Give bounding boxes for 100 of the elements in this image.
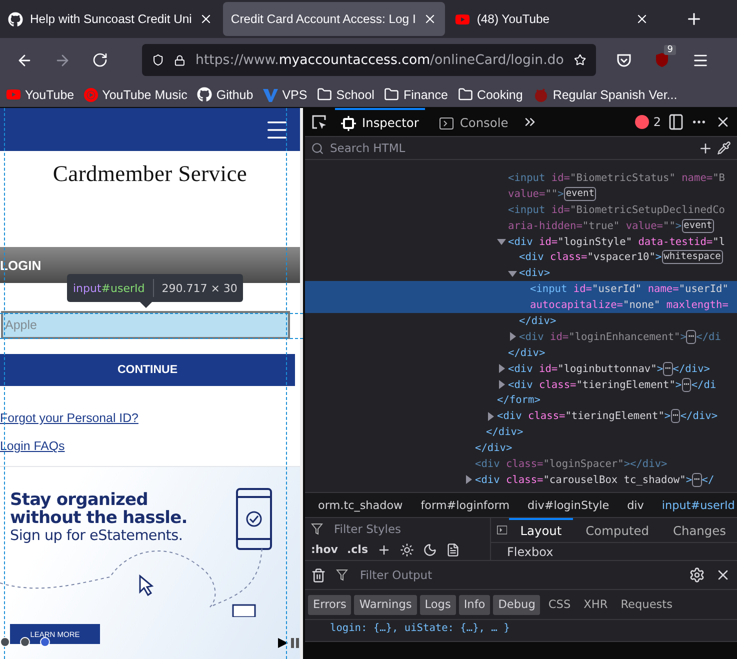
add-rule-icon[interactable] [377, 542, 391, 556]
bookmark[interactable]: Finance [384, 87, 448, 102]
log-filter-button[interactable]: Logs [420, 594, 456, 614]
markup-row[interactable]: <div class="tieringElement"> ⋯ </di [305, 376, 737, 392]
markup-line: <div class="loginSpacer"></div> [475, 458, 668, 470]
breadcrumb[interactable]: div [627, 498, 644, 512]
pocket-icon[interactable] [616, 52, 632, 68]
log-filter-button[interactable]: Debug [493, 594, 540, 614]
shield-icon [152, 52, 164, 68]
carousel-dot[interactable] [40, 637, 50, 647]
browser-tab[interactable]: (48) YouTube [446, 2, 657, 36]
add-node-icon[interactable] [698, 140, 713, 156]
pseudo-class-toggle[interactable]: :hov [311, 543, 338, 556]
markup-row[interactable]: <div class="loginSpacer"></div> [305, 456, 737, 472]
bookmark[interactable]: VPS [263, 88, 308, 102]
markup-badge[interactable]: ⋯ [663, 362, 673, 376]
markup-row[interactable]: <div> [305, 265, 737, 282]
collapse-arrow-icon[interactable] [508, 268, 517, 278]
sidebar-tab[interactable]: Changes [662, 518, 737, 542]
pause-icon[interactable] [291, 638, 299, 648]
markup-row[interactable]: <input id="BiometricSetupDeclinedCo aria-hidden="true" value=""> event [305, 202, 737, 234]
markup-row[interactable]: <div id="loginStyle" data-testid="l [305, 234, 737, 250]
expand-arrow-icon[interactable] [497, 364, 506, 374]
markup-row[interactable]: <div class="vspacer10"> whitespace [305, 249, 737, 266]
log-filter-button[interactable]: Info [458, 594, 490, 614]
responsive-mode-icon[interactable] [669, 114, 683, 130]
expand-arrow-icon[interactable] [497, 380, 506, 390]
bookmark-label: Finance [403, 88, 448, 102]
markup-badge[interactable]: ⋯ [682, 378, 692, 392]
settings-icon[interactable] [689, 567, 705, 583]
markup-row[interactable]: <div id="loginEnhancement"> ⋯ </di [305, 328, 737, 345]
bookmark[interactable]: YouTube [6, 87, 74, 102]
breadcrumb[interactable]: div#loginStyle [528, 498, 610, 512]
carousel-dot[interactable] [20, 637, 30, 647]
sidebar-toggle-icon[interactable] [497, 524, 508, 536]
section-header[interactable]: Flexbox [491, 544, 554, 558]
browser-tab[interactable]: Credit Card Account Access: Log I [222, 2, 445, 36]
terminal-icon [438, 116, 454, 130]
help-link[interactable]: Forgot your Personal ID? [0, 411, 138, 425]
bookmark-label: YouTube Music [102, 88, 188, 102]
log-filter-button[interactable]: Warnings [354, 594, 417, 614]
breadcrumb[interactable]: input#userId [662, 498, 735, 512]
markup-line: aria-hidden="true" value=""> [508, 220, 682, 232]
filter-styles-field[interactable]: Filter Styles [332, 521, 484, 537]
address-bar[interactable]: https://www.myaccountaccess.com/onlineCard/login.do [142, 44, 596, 76]
carousel-dot[interactable] [0, 637, 10, 647]
filter-output-field[interactable]: Filter Output [358, 567, 679, 583]
markup-row[interactable]: <div id="loginbuttonnav"> ⋯ </div> [305, 360, 737, 377]
markup-line: <div id="loginEnhancement"> [519, 330, 686, 343]
bookmark[interactable]: YouTube Music [84, 88, 188, 102]
markup-line: autocapitalize="none" maxlength= [530, 299, 728, 312]
markup-badge[interactable]: ⋯ [670, 409, 680, 424]
promo-headline: Stay organized without the hassle. [10, 491, 188, 527]
bookmark[interactable]: School [317, 87, 374, 102]
browser-tab[interactable]: Help with Suncoast Credit Uni [0, 2, 221, 36]
light-mode-icon[interactable] [400, 542, 414, 556]
play-icon[interactable] [278, 638, 288, 648]
reload-icon[interactable] [92, 52, 108, 68]
markup-line: </div> [672, 362, 710, 375]
bookmark[interactable]: Regular Spanish Ver... [532, 86, 678, 102]
bookmark[interactable]: Cooking [458, 87, 523, 102]
sidebar-tab[interactable]: Computed [574, 518, 660, 542]
continue-button[interactable]: CONTINUE [0, 354, 295, 386]
markup-badge[interactable]: event [564, 186, 596, 201]
expand-arrow-icon[interactable] [464, 475, 473, 484]
expand-arrow-icon[interactable] [508, 332, 517, 342]
bookmark-star-icon[interactable] [574, 52, 586, 68]
log-filter-button[interactable]: CSS [543, 594, 576, 614]
console-input[interactable] [305, 642, 737, 659]
markup-row[interactable]: <div class="carouselBox tc_shadow"> ⋯ </ [305, 472, 737, 488]
expand-arrow-icon[interactable] [486, 412, 495, 421]
markup-badge[interactable]: whitespace [662, 250, 723, 264]
pseudo-class-toggle[interactable]: .cls [346, 543, 368, 556]
element-picker-icon[interactable] [311, 114, 327, 130]
breadcrumb[interactable]: form#loginform [420, 498, 510, 512]
bookmark-label: YouTube [25, 88, 74, 102]
eyedropper-icon[interactable] [717, 141, 731, 155]
markup-row[interactable]: <input id="userId" name="userId" autocapitalize="none" maxlength= [305, 281, 737, 314]
sidebar-tab[interactable]: Layout [509, 518, 573, 542]
search-html-field[interactable]: Search HTML [328, 140, 694, 156]
brand-logo: Cardmember Service [52, 161, 248, 186]
devtools-tab[interactable]: Console [432, 108, 514, 136]
print-icon[interactable] [446, 542, 460, 556]
bookmark[interactable]: Github [197, 87, 254, 102]
collapse-arrow-icon[interactable] [497, 237, 506, 246]
markup-badge[interactable]: ⋯ [686, 330, 696, 344]
trash-icon[interactable] [311, 568, 326, 582]
github-icon [197, 87, 212, 102]
markup-line: value=""> [508, 188, 564, 200]
log-filter-button[interactable]: XHR [578, 594, 613, 614]
markup-badge[interactable]: event [682, 218, 714, 233]
markup-badge[interactable]: ⋯ [692, 472, 702, 487]
v-logo-icon [263, 88, 278, 102]
breadcrumb[interactable]: orm.tc_shadow [318, 498, 403, 512]
markup-row[interactable]: <div class="tieringElement"> ⋯ </div> [305, 408, 737, 424]
help-link[interactable]: Login FAQs [0, 439, 65, 453]
log-filter-button[interactable]: Errors [308, 594, 352, 614]
markup-row[interactable]: <input id="BiometricStatus" name="B value=""> event [305, 170, 737, 202]
log-filter-button[interactable]: Requests [616, 594, 678, 614]
dark-mode-icon[interactable] [423, 542, 437, 556]
